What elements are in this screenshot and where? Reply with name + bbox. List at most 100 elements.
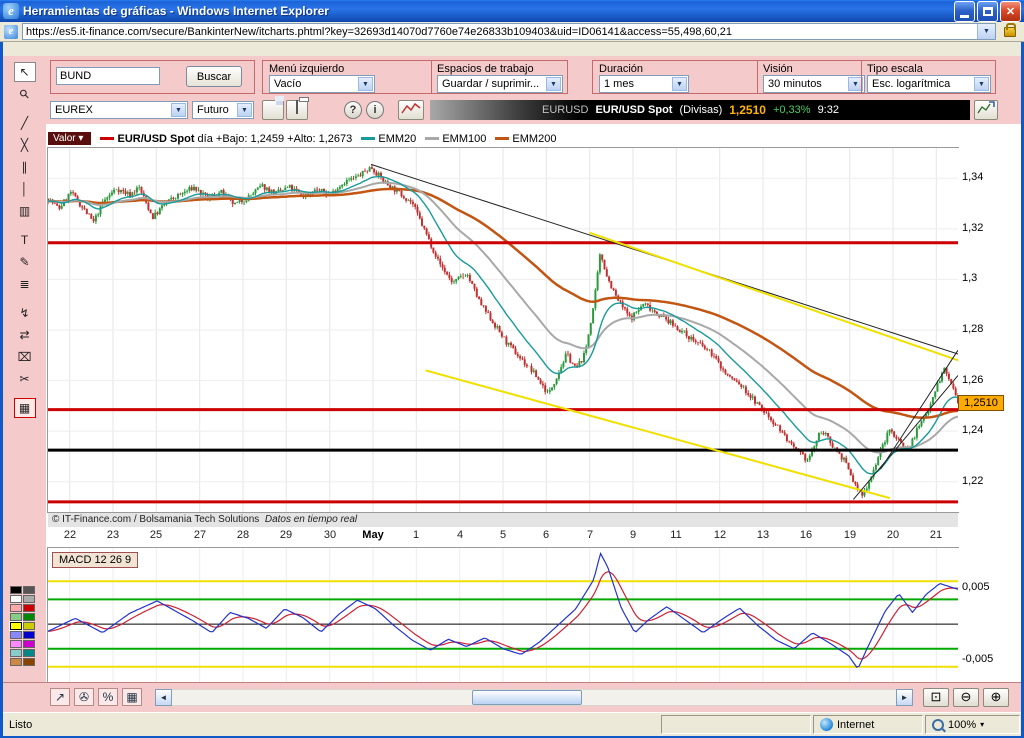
x-axis-label: 5 [489, 529, 517, 541]
palette-swatch[interactable] [23, 631, 35, 639]
palette-swatch[interactable] [23, 595, 35, 603]
trendline-tool-icon[interactable]: ╱ [14, 113, 36, 133]
palette-swatch[interactable] [10, 613, 22, 621]
minimize-button[interactable] [954, 1, 975, 22]
status-text: Listo [3, 713, 660, 736]
maximize-button[interactable] [977, 1, 998, 22]
x-axis-label: 12 [706, 529, 734, 541]
search-input[interactable] [56, 67, 160, 85]
x-axis-label: 28 [229, 529, 257, 541]
text-tool-icon[interactable]: T [14, 230, 36, 250]
instrument-select[interactable]: Futuro [192, 101, 254, 119]
x-axis-label: 23 [99, 529, 127, 541]
y-axis-label: 1,24 [962, 424, 983, 436]
duracion-select[interactable]: 1 mes [599, 75, 689, 93]
zoom-controls: ⊡⊖⊕ [919, 688, 1009, 707]
cut-tool-icon[interactable]: ✂ [14, 369, 36, 389]
printer-icon [296, 100, 298, 114]
vision-select[interactable]: 30 minutos [763, 75, 865, 93]
emm100-dash [425, 137, 439, 140]
palette-swatch[interactable] [23, 604, 35, 612]
save-button[interactable] [262, 100, 284, 120]
crossline-tool-icon[interactable]: ╳ [14, 135, 36, 155]
notes-tool-icon[interactable]: ≣ [14, 274, 36, 294]
print-button[interactable] [286, 100, 308, 120]
close-button[interactable]: ✕ [1000, 1, 1021, 22]
duracion-label: Duración [599, 63, 643, 75]
vision-label: Visión [763, 63, 793, 75]
zigzag-tool-icon[interactable]: ↯ [14, 303, 36, 323]
macd-chart[interactable] [48, 548, 958, 682]
info-button[interactable]: i [366, 101, 384, 119]
x-axis-label: 16 [792, 529, 820, 541]
grid-icon[interactable]: ▦ [122, 688, 142, 706]
palette-swatch[interactable] [23, 640, 35, 648]
palette-swatch[interactable] [23, 613, 35, 621]
x-axis-label: 30 [316, 529, 344, 541]
zoom-dropdown-icon[interactable]: ▾ [980, 720, 984, 729]
vertical-line-tool-icon[interactable]: │ [14, 179, 36, 199]
address-bar: e ▼ [0, 22, 1024, 42]
zoom-area-button[interactable]: ⊡ [923, 688, 949, 707]
annotation-tool-icon[interactable]: ✎ [14, 252, 36, 272]
scrollbar-track[interactable] [172, 689, 896, 706]
quote-symbol: EURUSD [542, 104, 588, 116]
x-axis-label: 7 [576, 529, 604, 541]
palette-swatch[interactable] [10, 631, 22, 639]
search-button[interactable]: Buscar [186, 66, 242, 87]
scrollbar-thumb[interactable] [472, 690, 582, 705]
tipo-escala-select[interactable]: Esc. logarítmica [867, 75, 991, 93]
x-axis-label: 25 [142, 529, 170, 541]
cursor-tool-icon[interactable]: ↖ [14, 62, 36, 82]
candle-pattern-tool-icon[interactable]: ▥ [14, 201, 36, 221]
bottom-tools: ↗✇%▦ [50, 688, 146, 706]
search-group: Buscar [50, 60, 255, 94]
chart-view-button[interactable] [398, 100, 424, 120]
zoom-out-button[interactable]: ⊖ [953, 688, 979, 707]
address-dropdown-button[interactable]: ▼ [977, 24, 995, 39]
espacios-select[interactable]: Guardar / suprimir... [437, 75, 563, 93]
scroll-left-button[interactable]: ◄ [155, 689, 172, 706]
palette-swatch[interactable] [10, 649, 22, 657]
horizontal-scrollbar: ◄ ► [155, 689, 913, 706]
palette-swatch[interactable] [23, 649, 35, 657]
palette-swatch[interactable] [10, 658, 22, 666]
palette-swatch[interactable] [23, 658, 35, 666]
legend-emm100: EMM100 [442, 133, 486, 145]
zoom-in-button[interactable]: ⊕ [983, 688, 1009, 707]
exchange-select[interactable]: EUREX [50, 101, 188, 119]
x-axis-label: 1 [402, 529, 430, 541]
zoom-control[interactable]: 100% ▾ [925, 715, 1020, 734]
parallel-channel-tool-icon[interactable]: ∥ [14, 157, 36, 177]
toolbar-spacer [3, 42, 1021, 56]
delete-tool-icon[interactable]: ⌧ [14, 347, 36, 367]
valor-selector[interactable]: Valor ▾ [48, 132, 91, 145]
palette-swatch[interactable] [10, 586, 22, 594]
tipo-escala-label: Tipo escala [867, 63, 923, 75]
palette-swatch[interactable] [10, 604, 22, 612]
espacios-label: Espacios de trabajo [437, 63, 534, 75]
mini-chart-icon [401, 101, 421, 115]
palette-swatch[interactable] [10, 640, 22, 648]
status-segment [661, 715, 811, 734]
menu-izquierdo-select[interactable]: Vacío [269, 75, 375, 93]
percent-icon[interactable]: % [98, 688, 118, 706]
export-chart-button[interactable] [974, 100, 998, 120]
scroll-right-button[interactable]: ► [896, 689, 913, 706]
help-button[interactable]: ? [344, 101, 362, 119]
compare-tool-icon[interactable]: ⇄ [14, 325, 36, 345]
price-chart[interactable] [48, 148, 958, 512]
menu-izquierdo-label: Menú izquierdo [269, 63, 344, 75]
palette-swatch[interactable] [10, 595, 22, 603]
emm20-dash [361, 137, 375, 140]
palette-swatch[interactable] [23, 622, 35, 630]
zoom-tool-icon[interactable]: ⚲ [14, 84, 36, 104]
palette-swatch[interactable] [10, 622, 22, 630]
trend-icon[interactable]: ↗ [50, 688, 70, 706]
address-input[interactable] [22, 23, 996, 40]
link-icon[interactable]: ✇ [74, 688, 94, 706]
chart-style-tool-icon[interactable]: ▦ [14, 398, 36, 418]
palette-swatch[interactable] [23, 586, 35, 594]
x-axis-label: 22 [56, 529, 84, 541]
x-axis-label: 13 [749, 529, 777, 541]
